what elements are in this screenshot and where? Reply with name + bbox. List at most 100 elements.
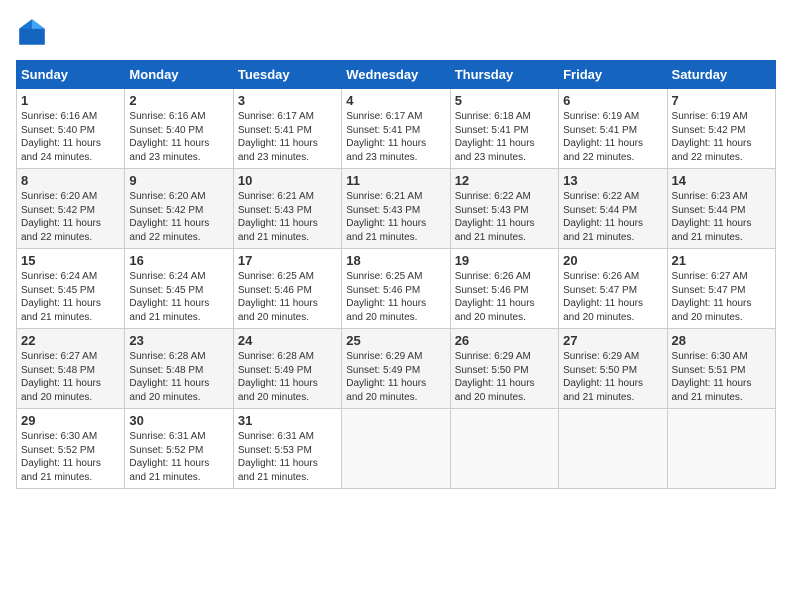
cell-info: Sunrise: 6:28 AM Sunset: 5:49 PM Dayligh… [238, 350, 337, 404]
calendar-cell: 5 Sunrise: 6:18 AM Sunset: 5:41 PM Daylig… [450, 89, 558, 169]
cell-info: Sunrise: 6:29 AM Sunset: 5:49 PM Dayligh… [346, 350, 445, 404]
calendar-cell [559, 409, 667, 489]
calendar-cell: 10 Sunrise: 6:21 AM Sunset: 5:43 PM Dayli… [233, 169, 341, 249]
cell-info: Sunrise: 6:17 AM Sunset: 5:41 PM Dayligh… [346, 110, 445, 164]
day-number: 25 [346, 333, 445, 348]
calendar-cell [667, 409, 775, 489]
day-number: 5 [455, 93, 554, 108]
calendar-cell: 8Sunrise: 6:20 AM Sunset: 5:42 PM Daylig… [17, 169, 125, 249]
calendar-cell: 9 Sunrise: 6:20 AM Sunset: 5:42 PM Daylig… [125, 169, 233, 249]
day-number: 20 [563, 253, 662, 268]
calendar-cell: 20 Sunrise: 6:26 AM Sunset: 5:47 PM Dayli… [559, 249, 667, 329]
calendar-cell: 13 Sunrise: 6:22 AM Sunset: 5:44 PM Dayli… [559, 169, 667, 249]
day-number: 14 [672, 173, 771, 188]
cell-info: Sunrise: 6:27 AM Sunset: 5:48 PM Dayligh… [21, 350, 120, 404]
cell-info: Sunrise: 6:25 AM Sunset: 5:46 PM Dayligh… [238, 270, 337, 324]
cell-info: Sunrise: 6:20 AM Sunset: 5:42 PM Dayligh… [129, 190, 228, 244]
column-header-tuesday: Tuesday [233, 61, 341, 89]
calendar-cell: 17 Sunrise: 6:25 AM Sunset: 5:46 PM Dayli… [233, 249, 341, 329]
column-header-wednesday: Wednesday [342, 61, 450, 89]
cell-info: Sunrise: 6:21 AM Sunset: 5:43 PM Dayligh… [346, 190, 445, 244]
calendar-cell: 23Sunrise: 6:28 AM Sunset: 5:48 PM Dayli… [125, 329, 233, 409]
column-header-sunday: Sunday [17, 61, 125, 89]
day-number: 21 [672, 253, 771, 268]
logo-icon [16, 16, 48, 48]
cell-info: Sunrise: 6:17 AM Sunset: 5:41 PM Dayligh… [238, 110, 337, 164]
column-header-monday: Monday [125, 61, 233, 89]
cell-info: Sunrise: 6:19 AM Sunset: 5:42 PM Dayligh… [672, 110, 771, 164]
cell-info: Sunrise: 6:27 AM Sunset: 5:47 PM Dayligh… [672, 270, 771, 324]
day-number: 11 [346, 173, 445, 188]
day-number: 9 [129, 173, 228, 188]
calendar-cell: 11 Sunrise: 6:21 AM Sunset: 5:43 PM Dayli… [342, 169, 450, 249]
calendar-cell: 19 Sunrise: 6:26 AM Sunset: 5:46 PM Dayli… [450, 249, 558, 329]
calendar-cell: 31 Sunrise: 6:31 AM Sunset: 5:53 PM Dayli… [233, 409, 341, 489]
cell-info: Sunrise: 6:25 AM Sunset: 5:46 PM Dayligh… [346, 270, 445, 324]
cell-info: Sunrise: 6:29 AM Sunset: 5:50 PM Dayligh… [563, 350, 662, 404]
logo [16, 16, 52, 48]
calendar-cell: 1 Sunrise: 6:16 AM Sunset: 5:40 PM Daylig… [17, 89, 125, 169]
day-number: 19 [455, 253, 554, 268]
calendar-cell: 22 Sunrise: 6:27 AM Sunset: 5:48 PM Dayli… [17, 329, 125, 409]
day-number: 10 [238, 173, 337, 188]
calendar-cell: 18 Sunrise: 6:25 AM Sunset: 5:46 PM Dayli… [342, 249, 450, 329]
day-number: 8 [21, 173, 120, 188]
day-number: 27 [563, 333, 662, 348]
calendar-cell: 7 Sunrise: 6:19 AM Sunset: 5:42 PM Daylig… [667, 89, 775, 169]
day-number: 15 [21, 253, 120, 268]
day-number: 4 [346, 93, 445, 108]
day-number: 31 [238, 413, 337, 428]
calendar-cell: 4 Sunrise: 6:17 AM Sunset: 5:41 PM Daylig… [342, 89, 450, 169]
calendar-cell [342, 409, 450, 489]
cell-info: Sunrise: 6:22 AM Sunset: 5:44 PM Dayligh… [563, 190, 662, 244]
day-number: 18 [346, 253, 445, 268]
calendar-cell: 12Sunrise: 6:22 AM Sunset: 5:43 PM Dayli… [450, 169, 558, 249]
calendar-cell: 21 Sunrise: 6:27 AM Sunset: 5:47 PM Dayli… [667, 249, 775, 329]
cell-info: Sunrise: 6:24 AM Sunset: 5:45 PM Dayligh… [129, 270, 228, 324]
day-number: 23 [129, 333, 228, 348]
calendar-cell: 24 Sunrise: 6:28 AM Sunset: 5:49 PM Dayli… [233, 329, 341, 409]
day-number: 24 [238, 333, 337, 348]
day-number: 2 [129, 93, 228, 108]
day-number: 28 [672, 333, 771, 348]
calendar-cell: 16 Sunrise: 6:24 AM Sunset: 5:45 PM Dayli… [125, 249, 233, 329]
cell-info: Sunrise: 6:29 AM Sunset: 5:50 PM Dayligh… [455, 350, 554, 404]
cell-info: Sunrise: 6:30 AM Sunset: 5:52 PM Dayligh… [21, 430, 120, 484]
calendar-cell [450, 409, 558, 489]
day-number: 3 [238, 93, 337, 108]
cell-info: Sunrise: 6:26 AM Sunset: 5:46 PM Dayligh… [455, 270, 554, 324]
day-number: 22 [21, 333, 120, 348]
day-number: 6 [563, 93, 662, 108]
cell-info: Sunrise: 6:24 AM Sunset: 5:45 PM Dayligh… [21, 270, 120, 324]
cell-info: Sunrise: 6:18 AM Sunset: 5:41 PM Dayligh… [455, 110, 554, 164]
calendar-cell: 30 Sunrise: 6:31 AM Sunset: 5:52 PM Dayli… [125, 409, 233, 489]
cell-info: Sunrise: 6:31 AM Sunset: 5:53 PM Dayligh… [238, 430, 337, 484]
cell-info: Sunrise: 6:16 AM Sunset: 5:40 PM Dayligh… [21, 110, 120, 164]
cell-info: Sunrise: 6:30 AM Sunset: 5:51 PM Dayligh… [672, 350, 771, 404]
cell-info: Sunrise: 6:23 AM Sunset: 5:44 PM Dayligh… [672, 190, 771, 244]
calendar-cell: 28 Sunrise: 6:30 AM Sunset: 5:51 PM Dayli… [667, 329, 775, 409]
cell-info: Sunrise: 6:19 AM Sunset: 5:41 PM Dayligh… [563, 110, 662, 164]
cell-info: Sunrise: 6:22 AM Sunset: 5:43 PM Dayligh… [455, 190, 554, 244]
calendar-cell: 25 Sunrise: 6:29 AM Sunset: 5:49 PM Dayli… [342, 329, 450, 409]
day-number: 7 [672, 93, 771, 108]
column-header-saturday: Saturday [667, 61, 775, 89]
calendar-cell: 14 Sunrise: 6:23 AM Sunset: 5:44 PM Dayli… [667, 169, 775, 249]
calendar-cell: 15 Sunrise: 6:24 AM Sunset: 5:45 PM Dayli… [17, 249, 125, 329]
day-number: 13 [563, 173, 662, 188]
calendar-cell: 3 Sunrise: 6:17 AM Sunset: 5:41 PM Daylig… [233, 89, 341, 169]
day-number: 30 [129, 413, 228, 428]
column-header-friday: Friday [559, 61, 667, 89]
day-number: 26 [455, 333, 554, 348]
day-number: 17 [238, 253, 337, 268]
calendar-cell: 6 Sunrise: 6:19 AM Sunset: 5:41 PM Daylig… [559, 89, 667, 169]
calendar-cell: 27 Sunrise: 6:29 AM Sunset: 5:50 PM Dayli… [559, 329, 667, 409]
cell-info: Sunrise: 6:26 AM Sunset: 5:47 PM Dayligh… [563, 270, 662, 324]
cell-info: Sunrise: 6:31 AM Sunset: 5:52 PM Dayligh… [129, 430, 228, 484]
page-header [16, 16, 776, 48]
cell-info: Sunrise: 6:21 AM Sunset: 5:43 PM Dayligh… [238, 190, 337, 244]
day-number: 29 [21, 413, 120, 428]
cell-info: Sunrise: 6:16 AM Sunset: 5:40 PM Dayligh… [129, 110, 228, 164]
day-number: 1 [21, 93, 120, 108]
day-number: 16 [129, 253, 228, 268]
